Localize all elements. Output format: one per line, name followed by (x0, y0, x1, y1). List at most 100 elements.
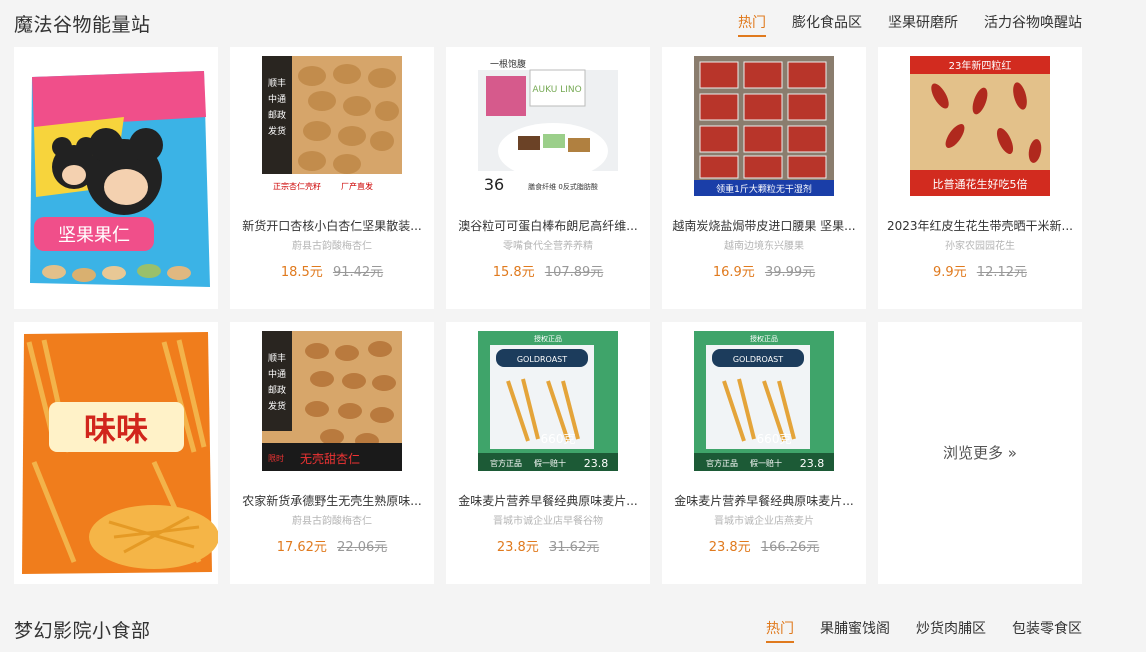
original-price: 107.89元 (544, 265, 604, 280)
product-card-1[interactable]: 顺丰 中通 邮政 发货 正宗杏仁壳籽 厂产直发 新货开口杏核小白杏仁坚果散装..… (230, 47, 434, 309)
product-name[interactable]: 2023年红皮生花生带壳晒干米新... (886, 217, 1074, 234)
svg-text:官方正品: 官方正品 (706, 458, 738, 468)
svg-text:660克: 660克 (541, 432, 576, 446)
svg-text:邮政: 邮政 (268, 109, 286, 121)
svg-text:一根饱腹: 一根饱腹 (490, 58, 526, 70)
price-group: 18.5元 91.42元 (230, 261, 434, 280)
protein-bar-image: 一根饱腹 AUKU LINO 36 膳食纤维 0反式脂肪酸 (478, 56, 618, 196)
product-name[interactable]: 澳谷粒可可蛋白棒布朗尼高纤维... (454, 217, 642, 234)
shop-name: 孙家农园园花生 (945, 241, 1015, 252)
product-card-5[interactable]: 顺丰 中通 邮政 发货 限时 无壳甜杏仁 农家新货承德野生无壳生熟原味... 蔚… (230, 322, 434, 584)
price-group: 16.9元 39.99元 (662, 261, 866, 280)
shop-name: 越南边境东兴腰果 (724, 241, 804, 252)
peanut-image: 23年新四粒红 比普通花生好吃5倍 (910, 56, 1050, 196)
sale-price: 18.5元 (280, 265, 323, 280)
svg-text:23年新四粒红: 23年新四粒红 (949, 59, 1012, 72)
section-header-cinema: 梦幻影院小食部 热门 果脯蜜饯阁 炒货肉脯区 包装零食区 (0, 606, 1146, 652)
svg-text:23.8: 23.8 (800, 457, 825, 470)
tab-puffed-food[interactable]: 膨化食品区 (792, 12, 862, 37)
svg-text:GOLDROAST: GOLDROAST (733, 355, 783, 364)
sale-price: 9.9元 (932, 265, 967, 280)
banner-nuts[interactable]: 坚果果仁 (14, 47, 218, 309)
price-group: 15.8元 107.89元 (446, 261, 650, 280)
banner-text: 坚果果仁 (58, 225, 130, 246)
sale-price: 15.8元 (492, 265, 535, 280)
product-row-1: 坚果果仁 顺丰 中通 邮政 发货 正宗杏仁壳籽 厂产直发 新货开口杏核小白杏仁坚… (14, 47, 1082, 309)
product-card-6[interactable]: 授权正品 GOLDROAST 660克 官方正品 假一赔十 23.8 金味麦片营… (446, 322, 650, 584)
svg-text:假一赔十: 假一赔十 (534, 458, 566, 468)
svg-text:660克: 660克 (757, 432, 792, 446)
price-group: 9.9元 12.12元 (878, 261, 1082, 280)
sale-price: 17.62元 (276, 540, 327, 555)
product-thumbnail: 顺丰 中通 邮政 发货 正宗杏仁壳籽 厂产直发 (262, 56, 402, 196)
product-row-2: 味味 顺丰 中通 邮政 发货 限时 无壳甜杏仁 农家新货承德野生无壳生熟原味..… (14, 322, 1082, 584)
price-group: 23.8元 31.62元 (446, 536, 650, 555)
original-price: 31.62元 (548, 540, 600, 555)
svg-text:23.8: 23.8 (584, 457, 609, 470)
product-thumbnail: 23年新四粒红 比普通花生好吃5倍 (910, 56, 1050, 196)
product-card-3[interactable]: 领重1斤大颗粒无干湿剂 越南炭烧盐焗带皮进口腰果 坚果... 越南边境东兴腰果 … (662, 47, 866, 309)
cereal-image: 授权正品 GOLDROAST 660克 官方正品 假一赔十 23.8 (694, 331, 834, 471)
svg-text:限时: 限时 (268, 453, 284, 463)
shop-name: 晋城市诚企业店燕麦片 (714, 516, 814, 527)
original-price: 22.06元 (337, 540, 388, 555)
cashew-image: 领重1斤大颗粒无干湿剂 (694, 56, 834, 196)
svg-text:比普通花生好吃5倍: 比普通花生好吃5倍 (933, 177, 1028, 191)
sale-price: 23.8元 (496, 540, 539, 555)
section-title: 魔法谷物能量站 (14, 14, 151, 36)
section-tabs: 热门 膨化食品区 坚果研磨所 活力谷物唤醒站 (738, 12, 1082, 37)
tab-hot[interactable]: 热门 (738, 12, 766, 37)
svg-text:授权正品: 授权正品 (750, 334, 778, 343)
product-thumbnail: 领重1斤大颗粒无干湿剂 (694, 56, 834, 196)
svg-text:中通: 中通 (268, 368, 286, 380)
svg-text:授权正品: 授权正品 (534, 334, 562, 343)
original-price: 166.26元 (760, 540, 820, 555)
svg-text:假一赔十: 假一赔十 (750, 458, 782, 468)
product-name[interactable]: 金味麦片营养早餐经典原味麦片... (454, 492, 642, 509)
product-card-4[interactable]: 23年新四粒红 比普通花生好吃5倍 2023年红皮生花生带壳晒干米新... 孙家… (878, 47, 1082, 309)
original-price: 39.99元 (764, 265, 816, 280)
cereal-image: 授权正品 GOLDROAST 660克 官方正品 假一赔十 23.8 (478, 331, 618, 471)
browse-more-link[interactable]: 浏览更多 » (878, 442, 1082, 463)
svg-text:顺丰: 顺丰 (268, 352, 286, 364)
svg-text:无壳甜杏仁: 无壳甜杏仁 (300, 452, 360, 466)
shop-name: 蔚县古韵酸梅杏仁 (292, 516, 372, 527)
almond-image: 顺丰 中通 邮政 发货 限时 无壳甜杏仁 (262, 331, 402, 471)
svg-text:官方正品: 官方正品 (490, 458, 522, 468)
svg-text:发货: 发货 (268, 400, 286, 412)
apricot-image: 顺丰 中通 邮政 发货 正宗杏仁壳籽 厂产直发 (262, 56, 402, 196)
svg-text:发货: 发货 (268, 125, 286, 137)
product-thumbnail: 顺丰 中通 邮政 发货 限时 无壳甜杏仁 (262, 331, 402, 471)
sale-price: 16.9元 (712, 265, 755, 280)
product-name[interactable]: 金味麦片营养早餐经典原味麦片... (670, 492, 858, 509)
shop-name: 零嘴食代全营养养精 (503, 241, 593, 252)
product-thumbnail: 授权正品 GOLDROAST 660克 官方正品 假一赔十 23.8 (694, 331, 834, 471)
product-thumbnail: 一根饱腹 AUKU LINO 36 膳食纤维 0反式脂肪酸 (478, 56, 618, 196)
original-price: 91.42元 (332, 265, 384, 280)
svg-text:顺丰: 顺丰 (268, 77, 286, 89)
product-card-2[interactable]: 一根饱腹 AUKU LINO 36 膳食纤维 0反式脂肪酸 澳谷粒可可蛋白棒布朗… (446, 47, 650, 309)
tab-nut-grinding[interactable]: 坚果研磨所 (888, 12, 958, 37)
price-group: 17.62元 22.06元 (230, 536, 434, 555)
original-price: 12.12元 (976, 265, 1028, 280)
svg-text:邮政: 邮政 (268, 384, 286, 396)
svg-text:AUKU LINO: AUKU LINO (532, 85, 581, 95)
product-name[interactable]: 新货开口杏核小白杏仁坚果散装... (238, 217, 426, 234)
shop-name: 蔚县古韵酸梅杏仁 (292, 241, 372, 252)
nut-bag-image: 坚果果仁 (14, 47, 218, 309)
sale-price: 23.8元 (708, 540, 751, 555)
product-thumbnail: 授权正品 GOLDROAST 660克 官方正品 假一赔十 23.8 (478, 331, 618, 471)
section-title: 梦幻影院小食部 (14, 620, 151, 642)
product-name[interactable]: 越南炭烧盐焗带皮进口腰果 坚果... (670, 217, 858, 234)
browse-more-card[interactable]: 浏览更多 » (878, 322, 1082, 584)
svg-text:正宗杏仁壳籽: 正宗杏仁壳籽 (273, 181, 321, 191)
svg-text:厂产直发: 厂产直发 (341, 181, 373, 191)
tab-grain-awakening[interactable]: 活力谷物唤醒站 (984, 12, 1082, 37)
banner-snack-sticks[interactable]: 味味 (14, 322, 218, 584)
svg-text:领重1斤大颗粒无干湿剂: 领重1斤大颗粒无干湿剂 (716, 183, 812, 195)
product-name[interactable]: 农家新货承德野生无壳生熟原味... (238, 492, 426, 509)
svg-text:中通: 中通 (268, 93, 286, 105)
shop-name: 晋城市诚企业店早餐谷物 (493, 516, 603, 527)
svg-text:GOLDROAST: GOLDROAST (517, 355, 567, 364)
product-card-7[interactable]: 授权正品 GOLDROAST 660克 官方正品 假一赔十 23.8 金味麦片营… (662, 322, 866, 584)
